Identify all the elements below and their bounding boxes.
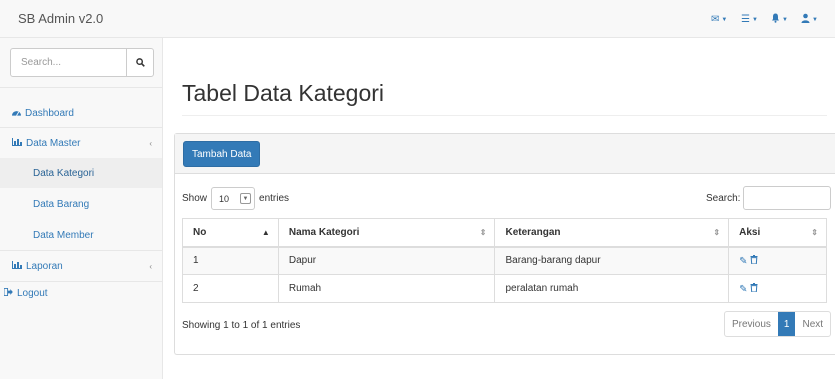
dashboard-icon: [12, 108, 21, 119]
column-header-label: Aksi: [739, 226, 761, 238]
show-label: Show: [182, 193, 208, 204]
cell-nama-kategori: Rumah: [277, 274, 496, 303]
sidebar-search: Search...: [10, 48, 154, 77]
sidebar-item-data-barang[interactable]: Data Barang: [0, 189, 162, 219]
user-icon: [801, 13, 810, 26]
sidebar-item-data-member[interactable]: Data Member: [0, 220, 162, 250]
top-navbar: SB Admin v2.0 ✉ ▼ ☰ ▼ ▼ ▼: [0, 0, 835, 38]
sort-icon: ⇕: [713, 228, 721, 237]
sort-asc-icon: ▲: [261, 228, 270, 237]
sidebar-item-label: Data Master: [26, 137, 81, 149]
sidebar-item-laporan[interactable]: Laporan ‹: [0, 251, 162, 281]
sidebar-item-label: Dashboard: [25, 107, 74, 119]
search-label: Search:: [706, 192, 741, 204]
page-title: Tabel Data Kategori: [182, 80, 385, 106]
column-header-no[interactable]: No ▲: [182, 218, 279, 248]
entries-label: entries: [259, 193, 290, 204]
chevron-down-icon: ▼: [240, 193, 252, 204]
tasks-dropdown[interactable]: ☰ ▼: [741, 13, 771, 26]
cell-aksi: ✎: [728, 246, 827, 275]
tasks-icon: ☰: [741, 14, 750, 25]
brand-title[interactable]: SB Admin v2.0: [18, 11, 103, 26]
divider: [182, 115, 827, 116]
sidebar-item-label: Data Member: [33, 229, 94, 241]
caret-down-icon: ▼: [721, 16, 728, 23]
cell-aksi: ✎: [728, 274, 827, 303]
data-table: No ▲ Nama Kategori ⇕ Keterangan ⇕ Aksi ⇕ 1 D…: [182, 218, 827, 303]
sidebar-item-label: Data Barang: [33, 198, 90, 210]
alerts-dropdown[interactable]: ▼: [771, 13, 801, 26]
table-row: 1 Dapur Barang-barang dapur ✎: [182, 246, 827, 275]
divider: [0, 87, 162, 88]
top-nav-icons: ✉ ▼ ☰ ▼ ▼ ▼: [711, 13, 831, 26]
column-header-nama-kategori[interactable]: Nama Kategori ⇕: [277, 218, 496, 248]
edit-icon[interactable]: ✎: [739, 284, 747, 295]
search-icon: [135, 58, 145, 67]
chevron-left-icon: ‹: [149, 138, 152, 148]
caret-down-icon: ▼: [812, 16, 818, 23]
sidebar-item-label: Laporan: [26, 260, 63, 272]
sidebar-item-label: Logout: [17, 287, 48, 299]
cell-nama-kategori: Dapur: [277, 246, 496, 275]
add-data-button[interactable]: Tambah Data: [183, 141, 261, 167]
page-button-current[interactable]: 1: [777, 312, 796, 336]
next-page-button[interactable]: Next: [795, 312, 830, 336]
column-header-label: Nama Kategori: [288, 226, 360, 238]
envelope-icon: ✉: [711, 14, 720, 25]
table-search: Search:: [706, 186, 832, 210]
sidebar-item-data-kategori[interactable]: Data Kategori: [0, 158, 162, 188]
delete-icon[interactable]: [750, 254, 758, 267]
sidebar-item-data-master[interactable]: Data Master ‹: [0, 128, 162, 158]
column-header-label: No: [193, 226, 207, 238]
bar-chart-icon: [12, 260, 22, 272]
sidebar-item-logout[interactable]: Logout: [0, 278, 162, 308]
caret-down-icon: ▼: [782, 16, 788, 23]
table-header-row: No ▲ Nama Kategori ⇕ Keterangan ⇕ Aksi ⇕: [182, 218, 827, 248]
search-input[interactable]: Search...: [21, 57, 61, 68]
sidebar: Search... Dashboard Data Master ‹ Data K…: [0, 38, 163, 379]
column-header-aksi[interactable]: Aksi ⇕: [728, 218, 827, 248]
sort-icon: ⇕: [479, 228, 487, 237]
table-info: Showing 1 to 1 of 1 entries: [182, 320, 301, 331]
cell-keterangan: peralatan rumah: [494, 274, 730, 303]
cell-no: 1: [182, 246, 279, 275]
search-button[interactable]: [126, 49, 153, 76]
pagination: Previous 1 Next: [724, 311, 832, 337]
sign-out-icon: [3, 287, 13, 299]
messages-dropdown[interactable]: ✉ ▼: [711, 13, 741, 26]
previous-page-button[interactable]: Previous: [725, 312, 778, 336]
page-size-value: 10: [219, 193, 230, 204]
cell-keterangan: Barang-barang dapur: [494, 246, 730, 275]
user-dropdown[interactable]: ▼: [801, 13, 831, 26]
table-search-input[interactable]: [743, 186, 832, 210]
delete-icon[interactable]: [750, 282, 758, 295]
column-header-label: Keterangan: [505, 226, 561, 238]
panel-heading: Tambah Data: [175, 134, 835, 174]
bar-chart-icon: [12, 137, 22, 149]
chevron-left-icon: ‹: [149, 261, 152, 271]
cell-no: 2: [182, 274, 279, 303]
page-size-select[interactable]: 10 ▼: [211, 187, 256, 210]
bell-icon: [771, 13, 780, 26]
caret-down-icon: ▼: [751, 16, 758, 23]
sort-icon: ⇕: [811, 228, 818, 237]
table-row: 2 Rumah peralatan rumah ✎: [182, 274, 827, 303]
entries-length-control: Show 10 ▼ entries: [182, 187, 289, 210]
edit-icon[interactable]: ✎: [739, 256, 747, 267]
column-header-keterangan[interactable]: Keterangan ⇕: [494, 218, 730, 248]
sidebar-item-dashboard[interactable]: Dashboard: [0, 98, 162, 128]
sidebar-item-label: Data Kategori: [33, 167, 95, 179]
